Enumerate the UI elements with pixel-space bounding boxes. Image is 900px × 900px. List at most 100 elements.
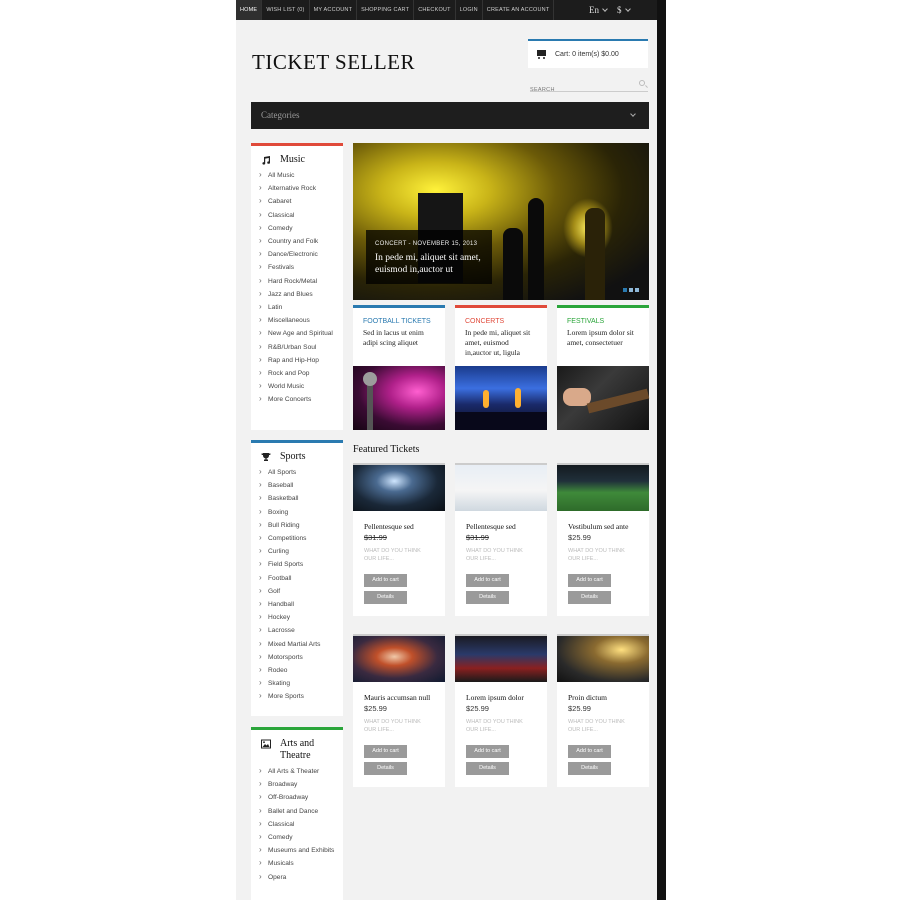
sidebar-item-festivals[interactable]: Festivals	[251, 263, 343, 272]
sidebar-item-competitions[interactable]: Competitions	[251, 534, 343, 543]
sidebar-item-motorsports[interactable]: Motorsports	[251, 653, 343, 662]
sidebar-item-latin[interactable]: Latin	[251, 303, 343, 312]
sidebar-item-bull-riding[interactable]: Bull Riding	[251, 521, 343, 530]
sidebar-item-musicals[interactable]: Musicals	[251, 859, 343, 868]
promo-title[interactable]: FOOTBALL TICKETS	[353, 308, 445, 325]
sidebar-item-broadway[interactable]: Broadway	[251, 780, 343, 789]
sidebar-item-golf[interactable]: Golf	[251, 587, 343, 596]
sidebar-item-world-music[interactable]: World Music	[251, 382, 343, 391]
product-image[interactable]	[557, 463, 649, 511]
sidebar-item-miscellaneous[interactable]: Miscellaneous	[251, 316, 343, 325]
cart-summary[interactable]: Cart: 0 item(s) $0.00	[528, 39, 648, 68]
sidebar-item-skating[interactable]: Skating	[251, 679, 343, 688]
details-button[interactable]: Details	[364, 762, 407, 775]
sidebar-item-rodeo[interactable]: Rodeo	[251, 666, 343, 675]
hero-slider[interactable]: CONCERT - NOVEMBER 15, 2013 In pede mi, …	[353, 143, 649, 300]
slide-headline[interactable]: In pede mi, aliquet sit amet, euismod in…	[375, 252, 483, 276]
sidebar-item-all-sports[interactable]: All Sports	[251, 468, 343, 477]
sidebar-item-field-sports[interactable]: Field Sports	[251, 560, 343, 569]
promo-title[interactable]: FESTIVALS	[557, 308, 649, 325]
search-input[interactable]	[530, 84, 630, 96]
nav-my-account[interactable]: MY ACCOUNT	[310, 0, 358, 20]
sidebar-item-more-sports[interactable]: More Sports	[251, 692, 343, 701]
sidebar-item-comedy[interactable]: Comedy	[251, 833, 343, 842]
sidebar-item-all-music[interactable]: All Music	[251, 171, 343, 180]
language-selector[interactable]: En	[589, 0, 608, 20]
product-name[interactable]: Vestibulum sed ante	[557, 511, 649, 531]
categories-dropdown[interactable]: Categories	[251, 102, 649, 129]
promo-festivals[interactable]: FESTIVALS Lorem ipsum dolor sit amet, co…	[557, 305, 650, 430]
details-button[interactable]: Details	[466, 591, 509, 604]
nav-wish-list[interactable]: WISH LIST (0)	[262, 0, 310, 20]
sidebar-item-lacrosse[interactable]: Lacrosse	[251, 626, 343, 635]
sidebar-item-boxing[interactable]: Boxing	[251, 508, 343, 517]
product-image[interactable]	[353, 634, 445, 682]
sidebar-item-hard-rock-metal[interactable]: Hard Rock/Metal	[251, 277, 343, 286]
sidebar-item-randb-urban-soul[interactable]: R&B/Urban Soul	[251, 343, 343, 352]
product-image[interactable]	[353, 463, 445, 511]
product-image[interactable]	[557, 634, 649, 682]
site-logo[interactable]: TICKET SELLER	[252, 50, 415, 75]
sidebar-item-ballet-and-dance[interactable]: Ballet and Dance	[251, 807, 343, 816]
sidebar-item-all-arts-and-theater[interactable]: All Arts & Theater	[251, 767, 343, 776]
product-name[interactable]: Mauris accumsan null	[353, 682, 445, 702]
sidebar-item-off-broadway[interactable]: Off-Broadway	[251, 793, 343, 802]
nav-home[interactable]: HOME	[236, 0, 263, 20]
sidebar-item-museums-and-exhibits[interactable]: Museums and Exhibits	[251, 846, 343, 855]
search-icon[interactable]	[639, 80, 645, 86]
add-to-cart-button[interactable]: Add to cart	[364, 574, 407, 587]
slider-dot[interactable]	[629, 288, 633, 292]
currency-selector[interactable]: $	[617, 0, 631, 20]
add-to-cart-button[interactable]: Add to cart	[568, 574, 611, 587]
sidebar-item-curling[interactable]: Curling	[251, 547, 343, 556]
sidebar-item-mixed-martial-arts[interactable]: Mixed Martial Arts	[251, 640, 343, 649]
sidebar-item-handball[interactable]: Handball	[251, 600, 343, 609]
promo-image[interactable]	[557, 366, 650, 430]
sidebar-item-football[interactable]: Football	[251, 574, 343, 583]
promo-title[interactable]: CONCERTS	[455, 308, 547, 325]
promo-image[interactable]	[353, 366, 445, 430]
product-image[interactable]	[455, 634, 547, 682]
add-to-cart-button[interactable]: Add to cart	[364, 745, 407, 758]
promo-concerts[interactable]: CONCERTS In pede mi, aliquet sit amet, e…	[455, 305, 547, 430]
product-name[interactable]: Proin dictum	[557, 682, 649, 702]
product-name[interactable]: Lorem ipsum dolor	[455, 682, 547, 702]
product-price: $25.99	[568, 704, 591, 713]
sidebar-item-dance-electronic[interactable]: Dance/Electronic	[251, 250, 343, 259]
product-name[interactable]: Pellentesque sed	[353, 511, 445, 531]
slider-dot[interactable]	[623, 288, 627, 292]
add-to-cart-button[interactable]: Add to cart	[466, 574, 509, 587]
nav-shopping-cart[interactable]: SHOPPING CART	[357, 0, 415, 20]
add-to-cart-button[interactable]: Add to cart	[466, 745, 509, 758]
sidebar-item-cabaret[interactable]: Cabaret	[251, 197, 343, 206]
sidebar-item-hockey[interactable]: Hockey	[251, 613, 343, 622]
nav-create-account[interactable]: CREATE AN ACCOUNT	[483, 0, 555, 20]
sidebar-item-rock-and-pop[interactable]: Rock and Pop	[251, 369, 343, 378]
sidebar-item-classical[interactable]: Classical	[251, 820, 343, 829]
product-name[interactable]: Pellentesque sed	[455, 511, 547, 531]
sidebar-item-comedy[interactable]: Comedy	[251, 224, 343, 233]
details-button[interactable]: Details	[568, 591, 611, 604]
nav-checkout[interactable]: CHECKOUT	[414, 0, 456, 20]
promo-image[interactable]	[455, 366, 547, 430]
sidebar-item-country-and-folk[interactable]: Country and Folk	[251, 237, 343, 246]
promo-football[interactable]: FOOTBALL TICKETS Sed in lacus ut enim ad…	[353, 305, 445, 430]
sidebar-item-new-age-and-spiritual[interactable]: New Age and Spiritual	[251, 329, 343, 338]
sidebar-item-rap-and-hip-hop[interactable]: Rap and Hip-Hop	[251, 356, 343, 365]
sidebar-item-more-concerts[interactable]: More Concerts	[251, 395, 343, 404]
details-button[interactable]: Details	[364, 591, 407, 604]
sidebar-item-baseball[interactable]: Baseball	[251, 481, 343, 490]
add-to-cart-button[interactable]: Add to cart	[568, 745, 611, 758]
sidebar-item-alternative-rock[interactable]: Alternative Rock	[251, 184, 343, 193]
details-button[interactable]: Details	[466, 762, 509, 775]
nav-login[interactable]: LOGIN	[456, 0, 483, 20]
sidebar-item-basketball[interactable]: Basketball	[251, 494, 343, 503]
currency-value: $	[617, 5, 622, 15]
slider-dot[interactable]	[635, 288, 639, 292]
microphone	[363, 372, 377, 386]
sidebar-item-opera[interactable]: Opera	[251, 873, 343, 882]
details-button[interactable]: Details	[568, 762, 611, 775]
product-image[interactable]	[455, 463, 547, 511]
sidebar-item-jazz-and-blues[interactable]: Jazz and Blues	[251, 290, 343, 299]
sidebar-item-classical[interactable]: Classical	[251, 211, 343, 220]
